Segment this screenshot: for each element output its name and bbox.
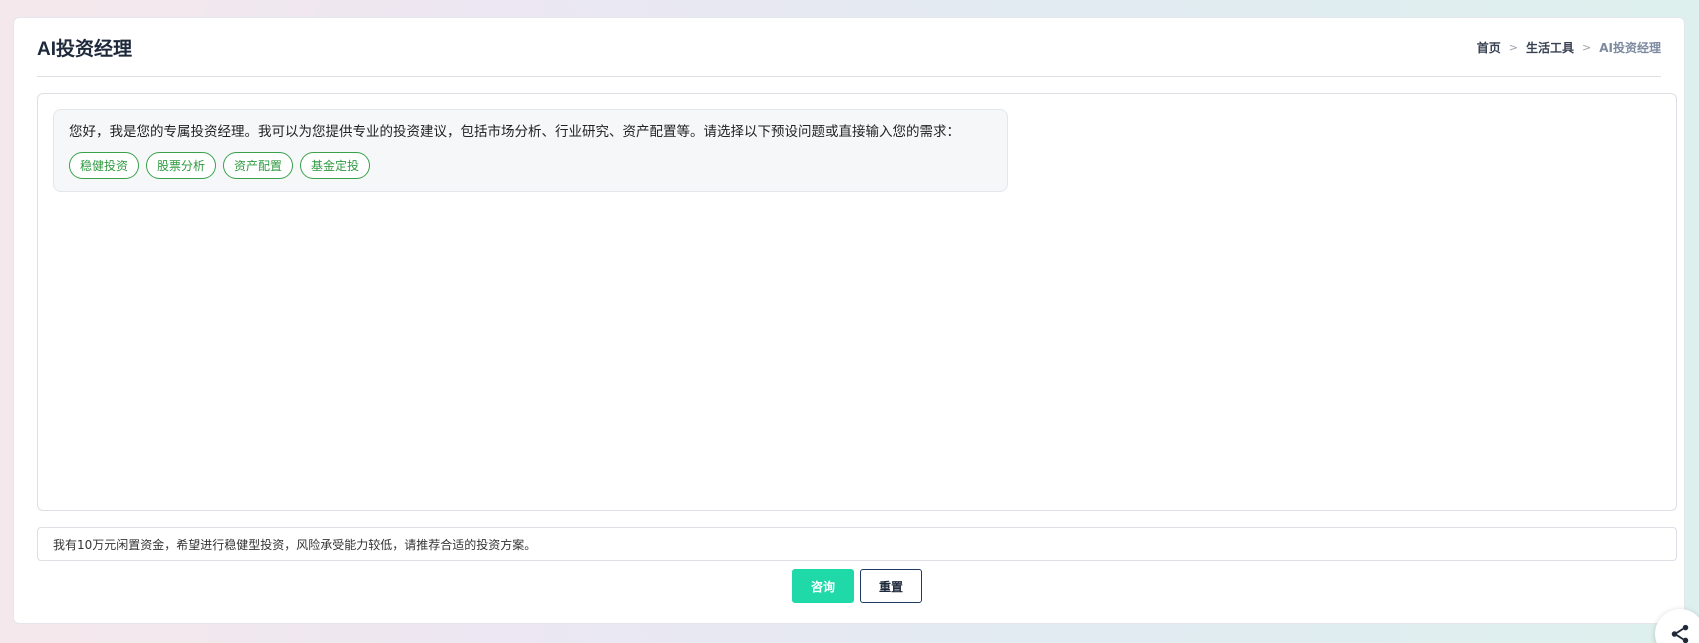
page-header: AI投资经理 首页 > 生活工具 > AI投资经理 bbox=[37, 18, 1661, 77]
breadcrumb-current: AI投资经理 bbox=[1599, 40, 1661, 55]
preset-chip-asset-allocation[interactable]: 资产配置 bbox=[223, 152, 294, 179]
query-input[interactable]: 我有10万元闲置资金，希望进行稳健型投资，风险承受能力较低，请推荐合适的投资方案… bbox=[37, 527, 1677, 561]
breadcrumb-home[interactable]: 首页 bbox=[1477, 39, 1501, 56]
breadcrumb-separator: > bbox=[1582, 40, 1592, 54]
breadcrumb-life-tools[interactable]: 生活工具 bbox=[1526, 39, 1574, 56]
page-title: AI投资经理 bbox=[37, 38, 133, 60]
action-buttons: 咨询 重置 bbox=[792, 569, 922, 603]
breadcrumb: 首页 > 生活工具 > AI投资经理 bbox=[1477, 39, 1661, 56]
preset-questions: 稳健投资 股票分析 资产配置 基金定投 bbox=[69, 152, 992, 179]
preset-chip-stock-analysis[interactable]: 股票分析 bbox=[146, 152, 217, 179]
preset-chip-fund-dca[interactable]: 基金定投 bbox=[300, 152, 371, 179]
consult-button[interactable]: 咨询 bbox=[792, 569, 854, 603]
chat-area: 您好，我是您的专属投资经理。我可以为您提供专业的投资建议，包括市场分析、行业研究… bbox=[37, 93, 1677, 511]
main-card: AI投资经理 首页 > 生活工具 > AI投资经理 您好，我是您的专属投资经理。… bbox=[13, 17, 1685, 624]
welcome-message: 您好，我是您的专属投资经理。我可以为您提供专业的投资建议，包括市场分析、行业研究… bbox=[69, 124, 960, 140]
reset-button[interactable]: 重置 bbox=[860, 569, 922, 603]
preset-chip-steady-investment[interactable]: 稳健投资 bbox=[69, 152, 140, 179]
breadcrumb-separator: > bbox=[1508, 40, 1518, 54]
share-icon bbox=[1671, 624, 1689, 643]
assistant-message-bubble: 您好，我是您的专属投资经理。我可以为您提供专业的投资建议，包括市场分析、行业研究… bbox=[53, 109, 1008, 192]
